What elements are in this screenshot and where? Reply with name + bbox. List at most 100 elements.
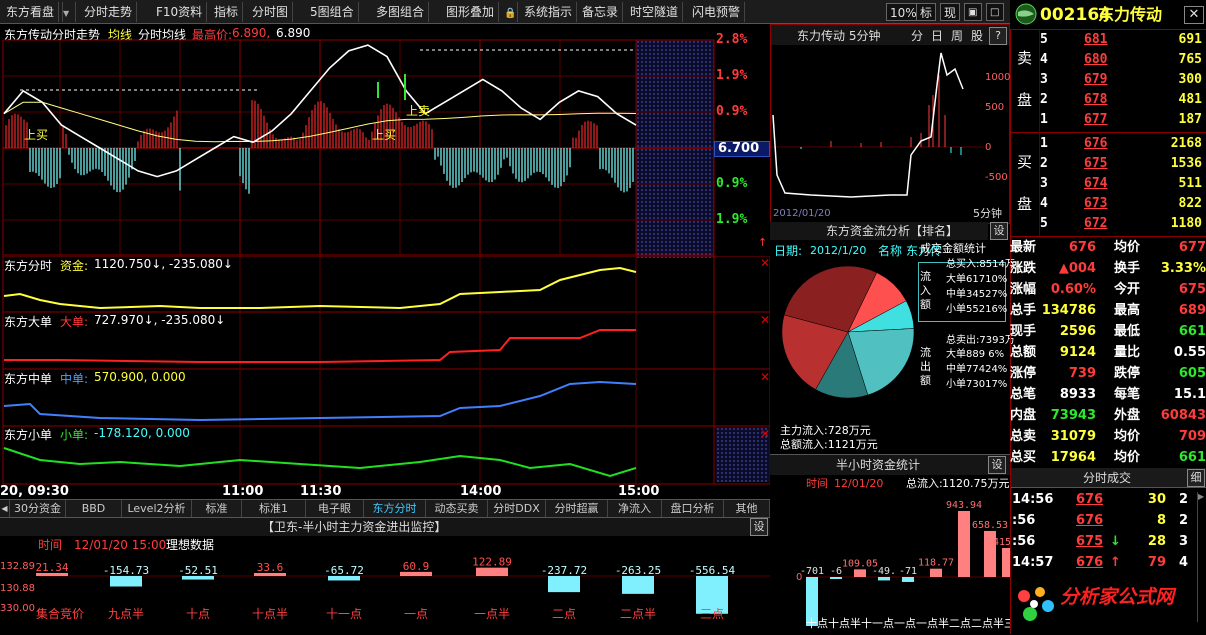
stat-label: 总买 xyxy=(1010,450,1037,465)
close-icon[interactable]: ✕ xyxy=(1184,6,1204,24)
sell-level[interactable]: 3 679 300 xyxy=(1038,70,1206,90)
tab-chaoying[interactable]: 分时超赢 xyxy=(546,500,608,518)
tab-qita[interactable]: 其他 xyxy=(724,500,770,518)
sell-level[interactable]: 5 681 691 xyxy=(1038,30,1206,50)
tb-f10[interactable]: F10资料 xyxy=(152,2,208,22)
monitor-bar-label: 122.89 xyxy=(472,556,512,569)
sell-level[interactable]: 1 677 187 xyxy=(1038,110,1206,130)
quote-stat-row: 内盘 73943 外盘 60843 xyxy=(1010,406,1206,427)
sub2-name: 大单: xyxy=(60,315,89,329)
stock-name: 东力传动 xyxy=(1098,5,1163,24)
annot-3: 上卖 xyxy=(406,104,431,118)
btn-xian[interactable]: 现 xyxy=(940,3,961,21)
stat-value: 0.60% xyxy=(1050,282,1096,297)
tick-price: 675 xyxy=(1076,534,1104,549)
lock-icon[interactable]: 🔒 xyxy=(504,2,518,22)
tab-dianziyan[interactable]: 电子眼 xyxy=(306,500,364,518)
quote-stat-row: 涨跌 ▲004 换手 3.33% xyxy=(1010,259,1206,280)
level-volume: 822 xyxy=(1178,196,1202,211)
tb-xitong[interactable]: 系统指示 xyxy=(520,2,578,22)
stat-label: 最高 xyxy=(1114,303,1141,318)
tab-dongfang-fenshi[interactable]: 东方分时 xyxy=(364,500,426,518)
tick-detail-button[interactable]: 细 xyxy=(1187,469,1205,487)
buy-level[interactable]: 1 676 2168 xyxy=(1038,134,1206,154)
quote-stat-row: 总手 134786 最高 689 xyxy=(1010,301,1206,322)
tab-pankou[interactable]: 盘口分析 xyxy=(662,500,724,518)
half-hour-bar-chart: -701 -6109.05-49. -71118.77943.94658.53415… xyxy=(800,500,1010,630)
tab-dongtai[interactable]: 动态买卖 xyxy=(426,500,488,518)
indicator-tab-bar: ◀ 30分资金 BBD Level2分析 标准 标准1 电子眼 东方分时 动态买… xyxy=(0,499,770,518)
mini-y-label: 0 xyxy=(985,142,992,153)
stat-value: 134786 xyxy=(1041,303,1096,318)
mini-chart-panel: 东力传动 5分钟 分 日 周 股 ? 1000 500 0 -500 2012/… xyxy=(770,24,1010,224)
arrow-up-icon[interactable]: ↑ xyxy=(758,236,767,249)
tb-beiwanglu[interactable]: 备忘录 xyxy=(578,2,624,22)
buy-big: 大单61710% xyxy=(946,274,1008,285)
square-icon[interactable]: □ xyxy=(986,3,1004,21)
tab-jingliuru[interactable]: 净流入 xyxy=(608,500,662,518)
settings-button[interactable]: 设 xyxy=(988,456,1006,474)
time-tick: 11:30 xyxy=(300,484,342,499)
pct-label: 0.9% xyxy=(716,176,748,191)
level-price: 672 xyxy=(1084,216,1108,231)
level-price: 676 xyxy=(1084,136,1108,151)
restore-icon[interactable]: ▣ xyxy=(964,3,982,21)
total-flow: 总额流入:1121万元 xyxy=(780,438,878,451)
tick-row: :56 675 ↓ 28 3 xyxy=(1012,532,1188,552)
tb-fenshi[interactable]: 分时走势 xyxy=(80,2,138,22)
hh-bar-label: 415.6 xyxy=(993,537,1010,548)
tick-time: :56 xyxy=(1012,513,1036,528)
stat-value: 2596 xyxy=(1059,324,1096,339)
tb-shikong[interactable]: 时空隧道 xyxy=(626,2,684,22)
buy-small: 小单55216% xyxy=(946,304,1008,315)
tb-zhibiao[interactable]: 指标 xyxy=(210,2,244,22)
tb-dongfang-kanpan[interactable]: 东方看盘 xyxy=(2,2,60,22)
tb-shandian[interactable]: 闪电预警 xyxy=(688,2,746,22)
hh-bar xyxy=(902,577,914,582)
tab-level2[interactable]: Level2分析 xyxy=(122,500,192,518)
level-price: 673 xyxy=(1084,196,1108,211)
annot-left: 上买 xyxy=(24,128,49,142)
close-icon[interactable]: ✕ xyxy=(760,428,770,440)
tab-biaozhun1[interactable]: 标准1 xyxy=(242,500,306,518)
tab-bbd[interactable]: BBD xyxy=(66,500,122,518)
close-icon[interactable]: ✕ xyxy=(760,371,770,383)
hh-bar xyxy=(830,577,842,579)
tab-ddx[interactable]: 分时DDX xyxy=(488,500,546,518)
btn-biao[interactable]: 标 xyxy=(916,3,937,21)
buy-level[interactable]: 3 674 511 xyxy=(1038,174,1206,194)
tick-time: :56 xyxy=(1012,534,1036,549)
stat-value: 605 xyxy=(1178,366,1206,381)
buy-level[interactable]: 4 673 822 xyxy=(1038,194,1206,214)
mini-tab-zhou[interactable]: 周 xyxy=(951,29,963,43)
monitor-bar-chart: 21.34 -154.73 -52.51 33.6 -65.72 60.9 122.89 -2… xyxy=(35,556,770,620)
tb-tuxing[interactable]: 图形叠加 xyxy=(442,2,500,22)
sell-level[interactable]: 2 678 481 xyxy=(1038,90,1206,110)
tick-arrow: ↓ xyxy=(1110,534,1121,549)
mini-tab-fen[interactable]: 分 xyxy=(911,29,923,43)
annot-1: 上买 xyxy=(372,128,397,142)
stat-value: 17964 xyxy=(1050,450,1096,465)
sell-level[interactable]: 4 680 765 xyxy=(1038,50,1206,70)
sub3-label: 东方中单 xyxy=(4,372,53,386)
buy-level[interactable]: 2 675 1536 xyxy=(1038,154,1206,174)
level-price: 680 xyxy=(1084,52,1108,67)
tb-dropdown-icon[interactable]: ▼ xyxy=(62,2,76,22)
mini-tab-ri[interactable]: 日 xyxy=(931,29,943,43)
buy-level[interactable]: 5 672 1180 xyxy=(1038,214,1206,234)
stat-label: 涨跌 xyxy=(1010,261,1037,276)
tb-5tu[interactable]: 5图组合 xyxy=(306,2,359,22)
tab-30fen[interactable]: 30分资金 xyxy=(10,500,66,518)
tab-biaozhun[interactable]: 标准 xyxy=(192,500,242,518)
monitor-bar xyxy=(548,576,580,593)
settings-button[interactable]: 设 xyxy=(750,518,768,536)
tb-duotu[interactable]: 多图组合 xyxy=(372,2,430,22)
mini-tab-gu[interactable]: 股 xyxy=(971,29,983,43)
stat-value: 0.55 xyxy=(1173,345,1206,360)
settings-button[interactable]: ? xyxy=(989,27,1007,45)
close-icon[interactable]: ✕ xyxy=(760,314,770,326)
quote-stat-row: 涨停 739 跌停 605 xyxy=(1010,364,1206,385)
tb-fenshitu[interactable]: 分时图 xyxy=(248,2,294,22)
close-icon[interactable]: ✕ xyxy=(760,257,770,269)
tab-scroll-icon[interactable]: ◀ xyxy=(0,500,10,518)
